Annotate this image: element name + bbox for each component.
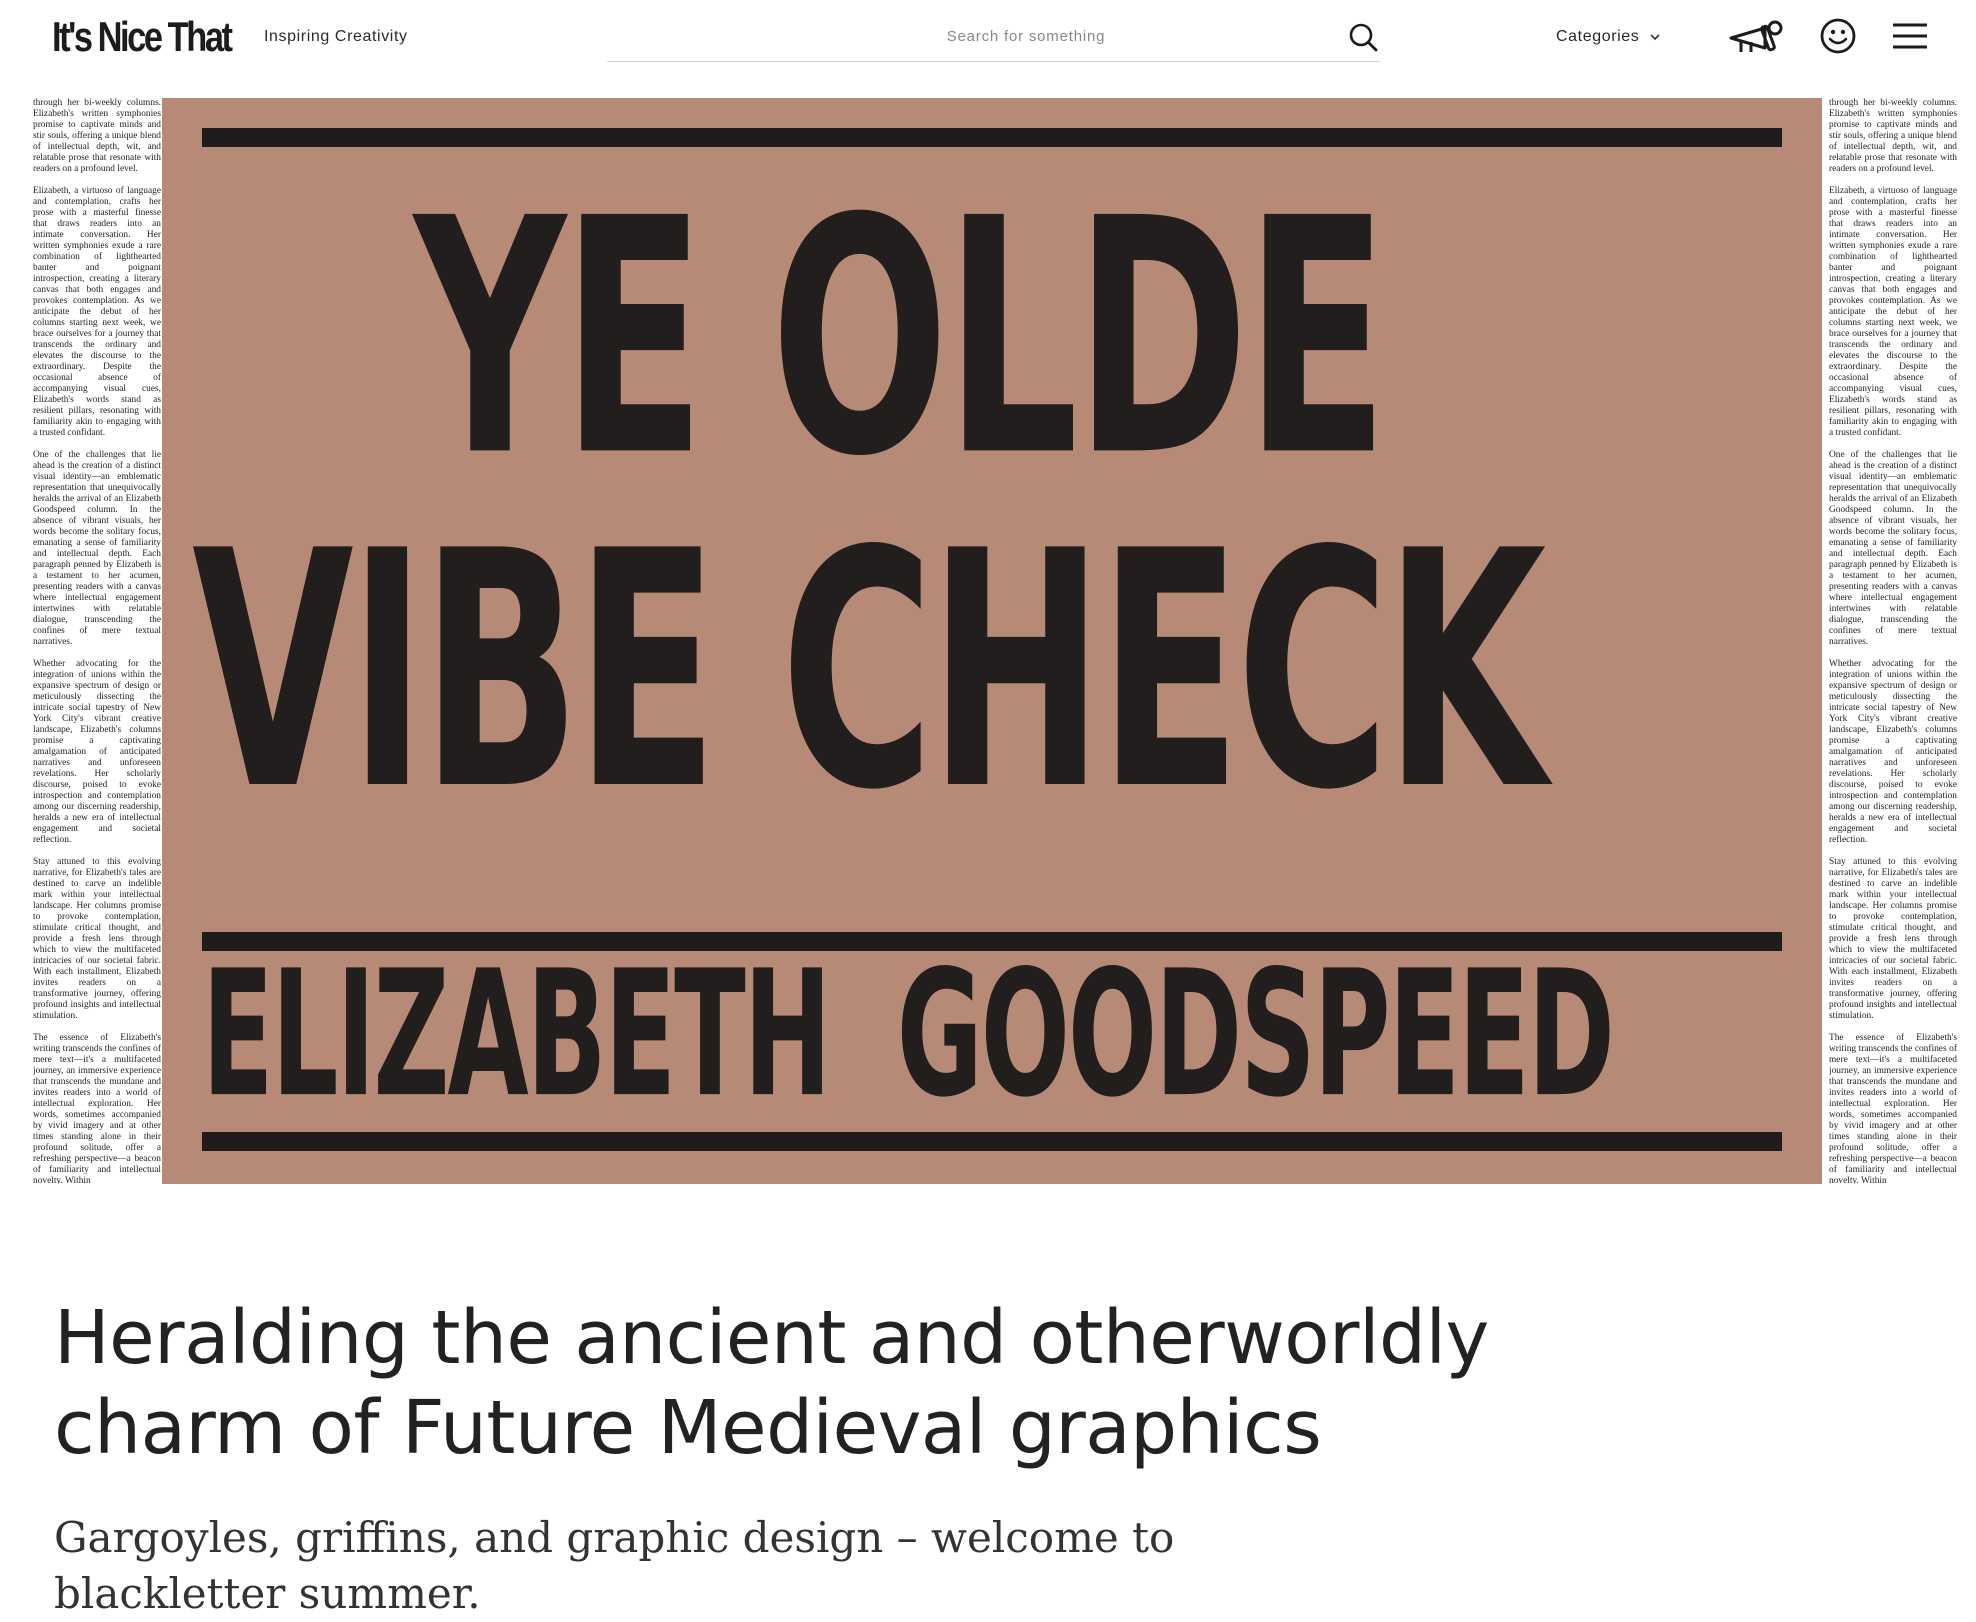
poster-author-line: ELIZABETH GOODSPEED: [202, 948, 1615, 1122]
hero-side-text-left: through her bi-weekly columns. Elizabeth…: [33, 98, 161, 1184]
article-headline: Heralding the ancient and otherworldly c…: [54, 1294, 1489, 1471]
hero-image: through her bi-weekly columns. Elizabeth…: [0, 98, 1976, 1184]
hero-side-text-right: through her bi-weekly columns. Elizabeth…: [1829, 98, 1957, 1184]
side-paragraph: One of the challenges that lie ahead is …: [33, 450, 161, 647]
poster-rule: [202, 1132, 1782, 1151]
side-paragraph: Whether advocating for the integration o…: [33, 659, 161, 845]
search-bar: [607, 14, 1380, 62]
megaphone-button[interactable]: [1726, 14, 1784, 58]
side-paragraph: Stay attuned to this evolving narrative,…: [1829, 857, 1957, 1021]
side-paragraph: Stay attuned to this evolving narrative,…: [33, 857, 161, 1021]
poster-title-line-1: YE OLDE: [414, 149, 1388, 527]
side-paragraph: Whether advocating for the integration o…: [1829, 659, 1957, 845]
menu-button[interactable]: [1884, 14, 1936, 58]
categories-label: Categories: [1556, 28, 1640, 45]
site-header: It's Nice That Inspiring Creativity Cate…: [0, 0, 1976, 78]
poster-rule: [202, 128, 1782, 147]
site-logo[interactable]: It's Nice That: [52, 12, 233, 62]
account-button[interactable]: [1812, 14, 1864, 58]
side-paragraph: The essence of Elizabeth's writing trans…: [1829, 1033, 1957, 1184]
smiley-icon: [1820, 18, 1856, 54]
poster-author-first: ELIZABETH: [202, 934, 832, 1136]
search-input[interactable]: [607, 22, 1307, 50]
megaphone-icon: [1729, 20, 1783, 52]
side-paragraph: Elizabeth, a virtuoso of language and co…: [33, 186, 161, 438]
side-paragraph: through her bi-weekly columns. Elizabeth…: [33, 98, 161, 174]
search-icon[interactable]: [1346, 20, 1380, 54]
side-paragraph: through her bi-weekly columns. Elizabeth…: [1829, 98, 1957, 174]
side-paragraph: The essence of Elizabeth's writing trans…: [33, 1033, 161, 1184]
chevron-down-icon: [1650, 34, 1660, 41]
hero-poster: YE OLDE VIBE CHECK ELIZABETH GOODSPEED: [162, 98, 1822, 1184]
hamburger-menu-icon: [1893, 23, 1927, 49]
side-paragraph: One of the challenges that lie ahead is …: [1829, 450, 1957, 647]
article-standfirst: Gargoyles, griffins, and graphic design …: [54, 1513, 1175, 1618]
site-tagline: Inspiring Creativity: [264, 28, 408, 45]
poster-author-last: GOODSPEED: [896, 934, 1615, 1136]
categories-dropdown[interactable]: Categories: [1556, 28, 1661, 46]
side-paragraph: Elizabeth, a virtuoso of language and co…: [1829, 186, 1957, 438]
poster-title-line-2: VIBE CHECK: [192, 481, 1546, 861]
